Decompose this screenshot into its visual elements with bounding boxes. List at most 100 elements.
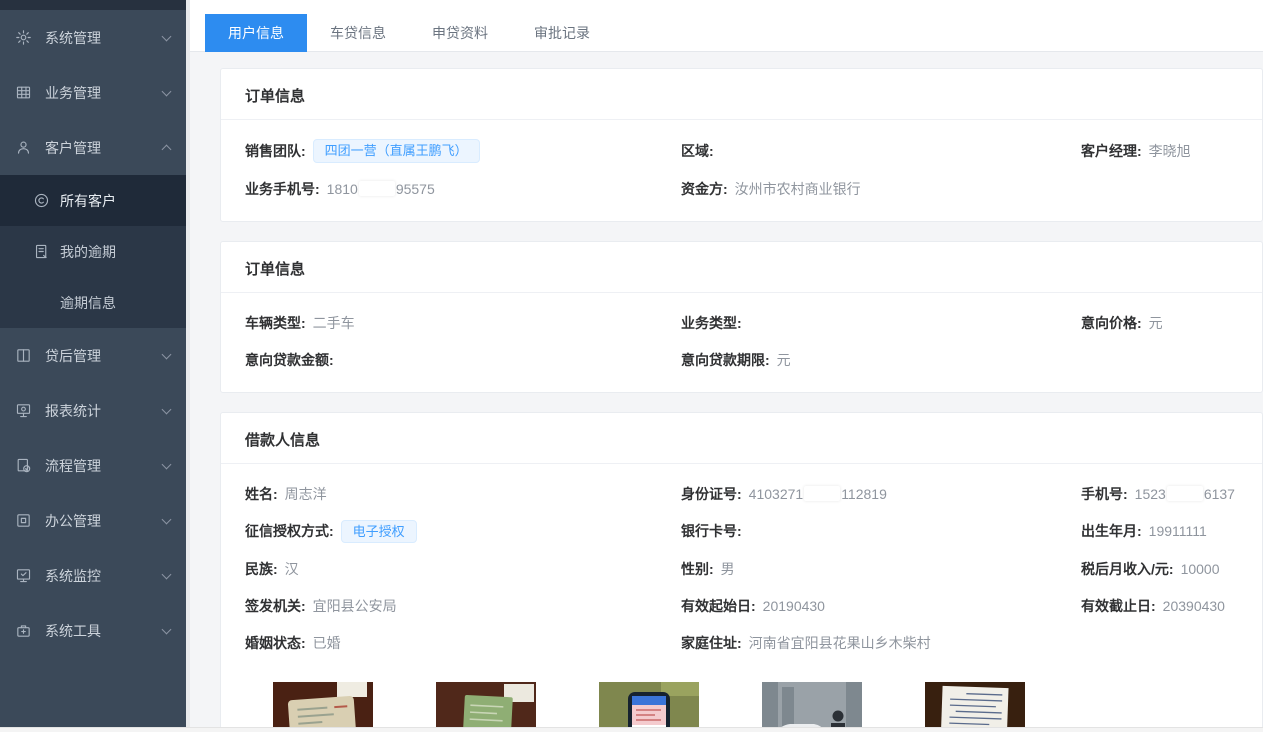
- gear-icon: [15, 29, 32, 46]
- field-business-type: 业务类型:: [681, 312, 1081, 334]
- chart-monitor-icon: [15, 402, 32, 419]
- field-gender: 性别: 男: [681, 558, 1081, 580]
- order-info-card-1: 订单信息 销售团队: 四团一营（直属王鹏飞） 区域: 客户经理:: [220, 68, 1263, 222]
- book-icon: [15, 347, 32, 364]
- sidebar-item-label: 系统工具: [45, 621, 101, 641]
- cards-container: 订单信息 销售团队: 四团一营（直属王鹏飞） 区域: 客户经理:: [190, 52, 1263, 732]
- field-valid-until: 有效截止日: 20390430: [1081, 595, 1238, 617]
- document-photos-row: 身份证: [245, 669, 1238, 732]
- sidebar-item-business-management[interactable]: 业务管理: [0, 65, 186, 120]
- field-sales-team: 销售团队: 四团一营（直属王鹏飞）: [245, 139, 681, 163]
- field-monthly-income: 税后月收入/元: 10000: [1081, 558, 1238, 580]
- credit-auth-tag: 电子授权: [341, 520, 417, 544]
- chevron-down-icon: [162, 514, 172, 524]
- borrower-info-card: 借款人信息 姓名: 周志洋 身份证号: 4103271112819: [220, 412, 1263, 732]
- app-window: 系统管理 业务管理 客户管理 所有客户: [0, 0, 1263, 732]
- chevron-down-icon: [162, 31, 172, 41]
- field-bank-card-number: 银行卡号:: [681, 520, 1081, 542]
- field-intended-loan-amount: 意向贷款金额:: [245, 349, 681, 371]
- sidebar-item-customer-management[interactable]: 客户管理: [0, 120, 186, 175]
- sidebar-item-system-monitor[interactable]: 系统监控: [0, 548, 186, 603]
- field-ethnicity: 民族: 汉: [245, 558, 681, 580]
- toolbox-icon: [15, 622, 32, 639]
- sidebar-item-office-management[interactable]: 办公管理: [0, 493, 186, 548]
- sidebar-subitem-my-overdue[interactable]: 我的逾期: [0, 226, 186, 277]
- tab-car-loan-info[interactable]: 车贷信息: [307, 14, 409, 52]
- redaction-patch: [804, 486, 840, 501]
- sidebar: 系统管理 业务管理 客户管理 所有客户: [0, 0, 186, 727]
- sidebar-subitem-label: 所有客户: [60, 191, 116, 211]
- sidebar-item-system-management[interactable]: 系统管理: [0, 10, 186, 65]
- sidebar-item-report-statistics[interactable]: 报表统计: [0, 383, 186, 438]
- tab-loan-application-docs[interactable]: 申贷资料: [409, 14, 511, 52]
- chevron-down-icon: [162, 86, 172, 96]
- sidebar-item-postloan-management[interactable]: 贷后管理: [0, 328, 186, 383]
- sidebar-item-label: 客户管理: [45, 138, 101, 158]
- sidebar-item-label: 业务管理: [45, 83, 101, 103]
- order-info-card-2: 订单信息 车辆类型: 二手车 业务类型: 意向价格: 元: [220, 241, 1263, 393]
- sidebar-subitem-overdue-info[interactable]: 逾期信息: [0, 277, 186, 328]
- field-intended-price: 意向价格: 元: [1081, 312, 1238, 334]
- sidebar-item-label: 流程管理: [45, 456, 101, 476]
- ledger-icon: [33, 243, 50, 260]
- field-birth-date: 出生年月: 19911111: [1081, 520, 1238, 542]
- phone-qr-photo[interactable]: [599, 682, 699, 732]
- chevron-down-icon: [162, 459, 172, 469]
- photo-item: 征信授权: [599, 682, 699, 732]
- sidebar-subitem-label: 我的逾期: [60, 242, 116, 262]
- card-title: 借款人信息: [221, 413, 1262, 464]
- chevron-down-icon: [162, 624, 172, 634]
- handwritten-doc-photo[interactable]: [925, 682, 1025, 732]
- field-business-phone: 业务手机号: 181095575: [245, 178, 681, 200]
- grid-icon: [15, 84, 32, 101]
- monitor-check-icon: [15, 567, 32, 584]
- customer-icon: [33, 192, 50, 209]
- sidebar-item-label: 报表统计: [45, 401, 101, 421]
- tab-approval-records[interactable]: 审批记录: [511, 14, 613, 52]
- horizontal-scrollbar-track[interactable]: [0, 727, 1263, 732]
- car-person-photo[interactable]: [762, 682, 862, 732]
- card-title: 订单信息: [221, 242, 1262, 293]
- office-icon: [15, 512, 32, 529]
- green-booklet-photo[interactable]: [436, 682, 536, 732]
- field-marital-status: 婚姻状态: 已婚: [245, 632, 681, 654]
- chevron-down-icon: [162, 569, 172, 579]
- sidebar-item-label: 办公管理: [45, 511, 101, 531]
- field-vehicle-type: 车辆类型: 二手车: [245, 312, 681, 334]
- workflow-icon: [15, 457, 32, 474]
- field-mobile-number: 手机号: 15236137: [1081, 483, 1238, 505]
- redaction-patch: [359, 181, 395, 196]
- field-funding-party: 资金方: 汝州市农村商业银行: [681, 178, 1081, 200]
- detail-tab-bar: 用户信息 车贷信息 申贷资料 审批记录: [190, 0, 1263, 52]
- sidebar-top-cutoff: [0, 0, 186, 10]
- field-account-manager: 客户经理: 李晓旭: [1081, 140, 1238, 162]
- sidebar-item-label: 系统管理: [45, 28, 101, 48]
- sidebar-item-label: 贷后管理: [45, 346, 101, 366]
- photo-item: 其他材料: [925, 682, 1025, 732]
- chevron-down-icon: [162, 404, 172, 414]
- field-credit-auth-method: 征信授权方式: 电子授权: [245, 520, 681, 544]
- photo-item: 人车合影: [762, 682, 862, 732]
- sidebar-item-system-tools[interactable]: 系统工具: [0, 603, 186, 658]
- card-title: 订单信息: [221, 69, 1262, 120]
- sidebar-subitem-label: 逾期信息: [60, 293, 116, 313]
- chevron-down-icon: [162, 349, 172, 359]
- id-card-photo[interactable]: [273, 682, 373, 732]
- photo-item: 身份证: [273, 682, 373, 732]
- sidebar-item-label: 系统监控: [45, 566, 101, 586]
- field-id-number: 身份证号: 4103271112819: [681, 483, 1081, 505]
- chevron-up-icon: [162, 145, 172, 155]
- tab-user-info[interactable]: 用户信息: [205, 14, 307, 52]
- user-icon: [15, 139, 32, 156]
- field-issuing-authority: 签发机关: 宜阳县公安局: [245, 595, 681, 617]
- main-content: 用户信息 车贷信息 申贷资料 审批记录 订单信息 销售团队: 四: [186, 0, 1263, 732]
- photo-item: 驾驶证正副页: [436, 682, 536, 732]
- redaction-patch: [1167, 486, 1203, 501]
- sidebar-item-process-management[interactable]: 流程管理: [0, 438, 186, 493]
- field-intended-loan-term: 意向贷款期限: 元: [681, 349, 1081, 371]
- field-name: 姓名: 周志洋: [245, 483, 681, 505]
- customer-management-submenu: 所有客户 我的逾期 逾期信息: [0, 175, 186, 328]
- sales-team-tag: 四团一营（直属王鹏飞）: [313, 139, 480, 163]
- field-region: 区域:: [681, 140, 1081, 162]
- sidebar-subitem-all-customers[interactable]: 所有客户: [0, 175, 186, 226]
